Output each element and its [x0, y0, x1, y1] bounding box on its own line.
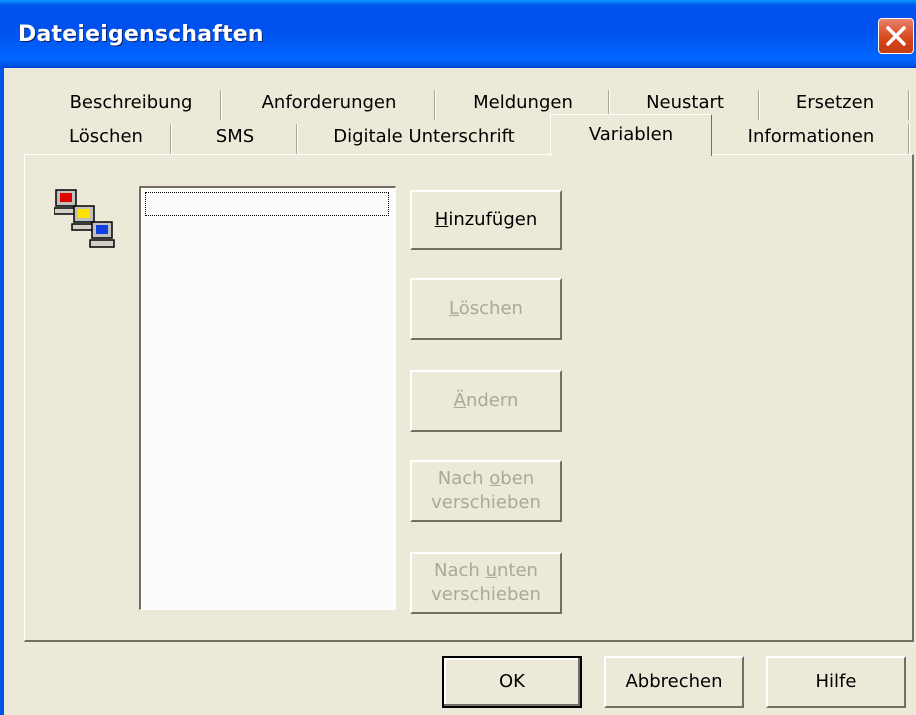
- window-frame-left: [0, 68, 4, 715]
- move-down-label: Nach unten verschieben: [431, 559, 541, 607]
- dialog-window: Dateieigenschaften Beschreibung Anforder…: [0, 0, 916, 715]
- tab-label: Anforderungen: [261, 92, 397, 113]
- help-button[interactable]: Hilfe: [766, 656, 906, 708]
- move-up-label: Nach oben verschieben: [431, 467, 541, 515]
- list-focus-rect: [145, 192, 389, 216]
- tab-digitale-unterschrift[interactable]: Digitale Unterschrift: [298, 122, 550, 152]
- tab-anforderungen[interactable]: Anforderungen: [222, 88, 436, 120]
- mnemonic: Ä: [453, 390, 466, 411]
- tab-sms[interactable]: SMS: [172, 122, 298, 154]
- tab-informationen[interactable]: Informationen: [712, 122, 910, 154]
- label-text: verschieben: [431, 584, 541, 605]
- close-icon: [886, 26, 906, 46]
- cancel-button[interactable]: Abbrechen: [604, 656, 744, 708]
- tab-beschreibung[interactable]: Beschreibung: [40, 88, 222, 120]
- tab-label: Ersetzen: [795, 92, 875, 113]
- label-text: Nach: [437, 468, 490, 489]
- edit-button[interactable]: Ändern: [410, 370, 562, 432]
- title-bar[interactable]: Dateieigenschaften: [0, 0, 916, 68]
- label-text: verschieben: [431, 492, 541, 513]
- tab-label: Beschreibung: [69, 92, 193, 113]
- window-title: Dateieigenschaften: [18, 22, 264, 47]
- ok-label: OK: [499, 671, 525, 692]
- label-text: ndern: [465, 390, 519, 411]
- close-button[interactable]: [878, 18, 914, 54]
- tab-label: Informationen: [747, 126, 875, 147]
- tab-label: Meldungen: [473, 92, 573, 113]
- mnemonic: L: [449, 298, 459, 319]
- tab-label: Neustart: [646, 92, 724, 113]
- add-label: Hinzufügen: [435, 208, 537, 232]
- label-text: inzufügen: [448, 209, 538, 230]
- cancel-label: Abbrechen: [625, 671, 723, 692]
- delete-label: Löschen: [449, 297, 523, 321]
- tab-label: SMS: [215, 126, 255, 147]
- delete-button[interactable]: Löschen: [410, 278, 562, 340]
- tab-loeschen[interactable]: Löschen: [40, 122, 172, 154]
- edit-label: Ändern: [454, 389, 519, 413]
- mnemonic: u: [485, 560, 497, 581]
- tab-label: Variablen: [588, 124, 674, 145]
- move-down-button[interactable]: Nach unten verschieben: [410, 552, 562, 614]
- label-text: nten: [496, 560, 538, 581]
- help-label: Hilfe: [815, 671, 857, 692]
- mnemonic: o: [489, 468, 501, 489]
- mnemonic: H: [434, 209, 449, 230]
- variables-listbox[interactable]: [139, 186, 396, 610]
- label-text: ben: [500, 468, 535, 489]
- tab-label: Löschen: [69, 126, 143, 147]
- move-up-button[interactable]: Nach oben verschieben: [410, 460, 562, 522]
- tab-variablen[interactable]: Variablen: [550, 114, 712, 156]
- ok-button[interactable]: OK: [442, 656, 582, 708]
- network-computers-icon: [54, 189, 115, 248]
- tab-ersetzen[interactable]: Ersetzen: [760, 88, 910, 120]
- tab-label: Digitale Unterschrift: [333, 126, 515, 147]
- add-button[interactable]: Hinzufügen: [410, 190, 562, 250]
- label-text: Nach: [434, 560, 486, 581]
- label-text: öschen: [458, 298, 523, 319]
